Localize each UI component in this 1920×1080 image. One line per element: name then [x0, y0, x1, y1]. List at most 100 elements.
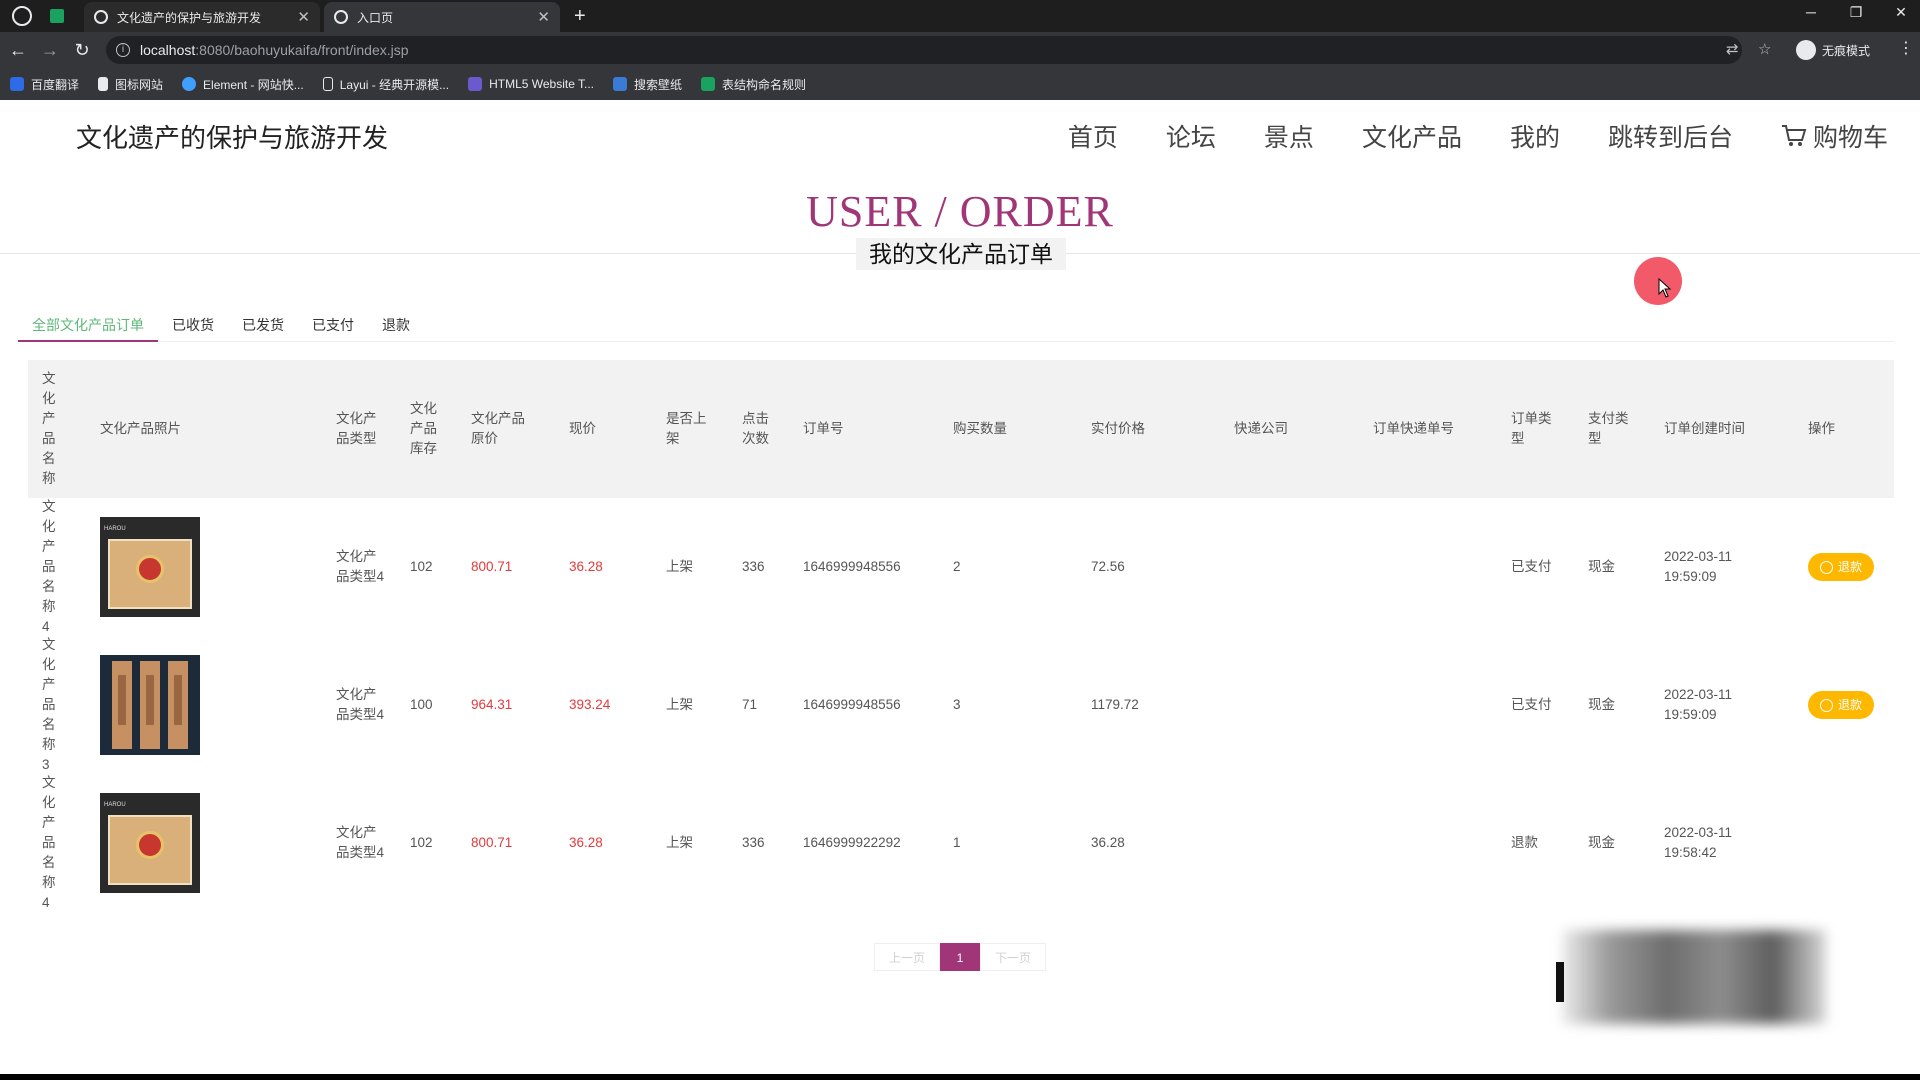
info-icon[interactable]: i — [116, 43, 130, 57]
bookmark-label: 表结构命名规则 — [722, 77, 807, 92]
product-stock: 102 — [410, 559, 433, 574]
close-window-icon[interactable]: ✕ — [1886, 4, 1916, 21]
nav-home[interactable]: 首页 — [1068, 118, 1118, 154]
tab-received[interactable]: 已收货 — [158, 308, 228, 341]
incognito-label: 无痕模式 — [1822, 43, 1871, 58]
nav-forum[interactable]: 论坛 — [1166, 118, 1216, 154]
bookmark-item[interactable]: 表结构命名规则 — [701, 76, 806, 93]
refund-icon — [1819, 560, 1833, 574]
globe-icon — [94, 10, 108, 24]
bookmark-item[interactable]: Element - 网站快... — [182, 76, 304, 93]
tab-label: 文化遗产的保护与旅游开发 — [117, 10, 262, 25]
action-cell: 退款 — [1808, 498, 1888, 636]
page-hero-subtitle: 我的文化产品订单 — [856, 238, 1066, 270]
created-date: 2022-03-11 — [1664, 549, 1733, 564]
refund-button[interactable]: 退款 — [1808, 553, 1874, 581]
site-title[interactable]: 文化遗产的保护与旅游开发 — [76, 118, 388, 155]
payment-type: 现金 — [1588, 559, 1615, 574]
minimize-icon[interactable]: ─ — [1796, 4, 1826, 20]
product-stock: 102 — [410, 835, 433, 850]
order-type: 已支付 — [1511, 559, 1552, 574]
browser-tab-2[interactable]: 入口页 ✕ — [324, 2, 560, 32]
paid-amount: 36.28 — [1091, 835, 1125, 850]
payment-type: 现金 — [1588, 697, 1615, 712]
orders-table: 文化产品名称 文化产品照片 文化产品类型 文化产品库存 文化产品原价 现价 是否… — [28, 360, 1894, 912]
col-header: 购买数量 — [953, 421, 1007, 436]
nav-mine[interactable]: 我的 — [1510, 118, 1560, 154]
purchase-quantity: 3 — [953, 697, 961, 712]
html5-icon — [468, 77, 483, 91]
prev-page-button[interactable]: 上一页 — [874, 943, 941, 971]
created-time: 2022-03-11 19:58:42 — [1664, 774, 1774, 912]
nav-cart[interactable]: 购物车 — [1781, 118, 1888, 154]
restore-icon[interactable]: ❐ — [1841, 4, 1871, 21]
reload-icon[interactable]: ↻ — [70, 38, 94, 62]
browser-tab-1[interactable]: 文化遗产的保护与旅游开发 ✕ — [84, 2, 320, 32]
action-cell — [1808, 774, 1888, 912]
col-header: 文化产品原价 — [471, 411, 525, 446]
next-page-button[interactable]: 下一页 — [980, 943, 1047, 971]
original-price: 964.31 — [471, 697, 513, 712]
box-icon[interactable]: HAROU — [100, 793, 200, 893]
created-date: 2022-03-11 — [1664, 687, 1733, 702]
product-stock: 100 — [410, 697, 433, 712]
table-header: 文化产品名称 文化产品照片 文化产品类型 文化产品库存 文化产品原价 现价 是否… — [28, 360, 1894, 498]
bookmark-item[interactable]: 搜索壁纸 — [613, 76, 682, 93]
forward-icon[interactable]: → — [38, 38, 62, 62]
sheet-icon — [701, 77, 716, 91]
product-type: 文化产品类型4 — [336, 825, 385, 860]
paid-amount: 1179.72 — [1091, 697, 1139, 712]
bookmark-item[interactable]: 图标网站 — [98, 76, 163, 93]
address-bar[interactable]: i localhost :8080/baohuyukaifa/front/ind… — [106, 36, 1742, 64]
tab-paid[interactable]: 已支付 — [298, 308, 368, 341]
browser-chrome: 文化遗产的保护与旅游开发 ✕ 入口页 ✕ + ─ ❐ ✕ ← → ↻ i loc… — [0, 0, 1920, 100]
star-icon[interactable]: ☆ — [1758, 36, 1771, 64]
bookmark-label: Element - 网站快... — [203, 77, 304, 92]
bookmarks-bar: 百度翻译 图标网站 Element - 网站快... Layui - 经典开源模… — [0, 68, 1920, 100]
col-header: 订单创建时间 — [1664, 421, 1745, 436]
sticks-icon[interactable] — [100, 655, 200, 755]
box-icon[interactable]: HAROU — [100, 517, 200, 617]
table-row: 文化产品名称4 HAROU 文化产品类型4 102 800.71 36.28 上… — [28, 498, 1894, 636]
browser-menu-icon[interactable] — [12, 6, 32, 26]
close-icon[interactable]: ✕ — [537, 8, 550, 26]
page-viewport: 文化遗产的保护与旅游开发 首页 论坛 景点 文化产品 我的 跳转到后台 购物车 … — [0, 100, 1920, 1074]
translate-icon[interactable]: ⇄ — [1726, 36, 1739, 64]
bookmark-item[interactable]: 百度翻译 — [10, 76, 79, 93]
original-price: 800.71 — [471, 835, 513, 850]
click-count: 336 — [742, 559, 765, 574]
col-header: 操作 — [1808, 421, 1835, 436]
bookmark-item[interactable]: Layui - 经典开源模... — [322, 76, 449, 93]
nav-attractions[interactable]: 景点 — [1264, 118, 1314, 154]
back-icon[interactable]: ← — [6, 38, 30, 62]
incognito-icon — [1796, 40, 1816, 60]
order-number: 1646999922292 — [803, 835, 901, 850]
col-header: 点击次数 — [742, 411, 769, 446]
order-number: 1646999948556 — [803, 697, 901, 712]
bookmark-label: 百度翻译 — [31, 77, 80, 92]
col-header: 订单类型 — [1511, 411, 1552, 446]
original-price: 800.71 — [471, 559, 513, 574]
bookmark-item[interactable]: HTML5 Website T... — [468, 77, 594, 91]
layui-icon — [322, 77, 333, 91]
col-header: 支付类型 — [1588, 411, 1629, 446]
blurred-watermark — [1562, 930, 1826, 1024]
close-icon[interactable]: ✕ — [297, 8, 310, 26]
payment-type: 现金 — [1588, 835, 1615, 850]
page-1-button[interactable]: 1 — [940, 943, 981, 971]
action-cell: 退款 — [1808, 636, 1888, 774]
nav-admin[interactable]: 跳转到后台 — [1608, 118, 1733, 154]
incognito-indicator[interactable]: 无痕模式 — [1796, 36, 1870, 64]
tab-shipped[interactable]: 已发货 — [228, 308, 298, 341]
spreadsheet-tab-icon[interactable] — [50, 9, 64, 23]
new-tab-icon[interactable]: + — [574, 4, 586, 28]
url-host: localhost — [140, 42, 196, 58]
refund-button[interactable]: 退款 — [1808, 691, 1874, 719]
tab-refund[interactable]: 退款 — [368, 308, 424, 341]
created-clock: 19:58:42 — [1664, 845, 1717, 860]
page-hero-title: USER / ORDER — [806, 187, 1114, 236]
paid-amount: 72.56 — [1091, 559, 1125, 574]
tab-all-orders[interactable]: 全部文化产品订单 — [18, 308, 158, 342]
nav-products[interactable]: 文化产品 — [1362, 118, 1462, 154]
more-menu-icon[interactable]: ⋮ — [1898, 38, 1914, 58]
